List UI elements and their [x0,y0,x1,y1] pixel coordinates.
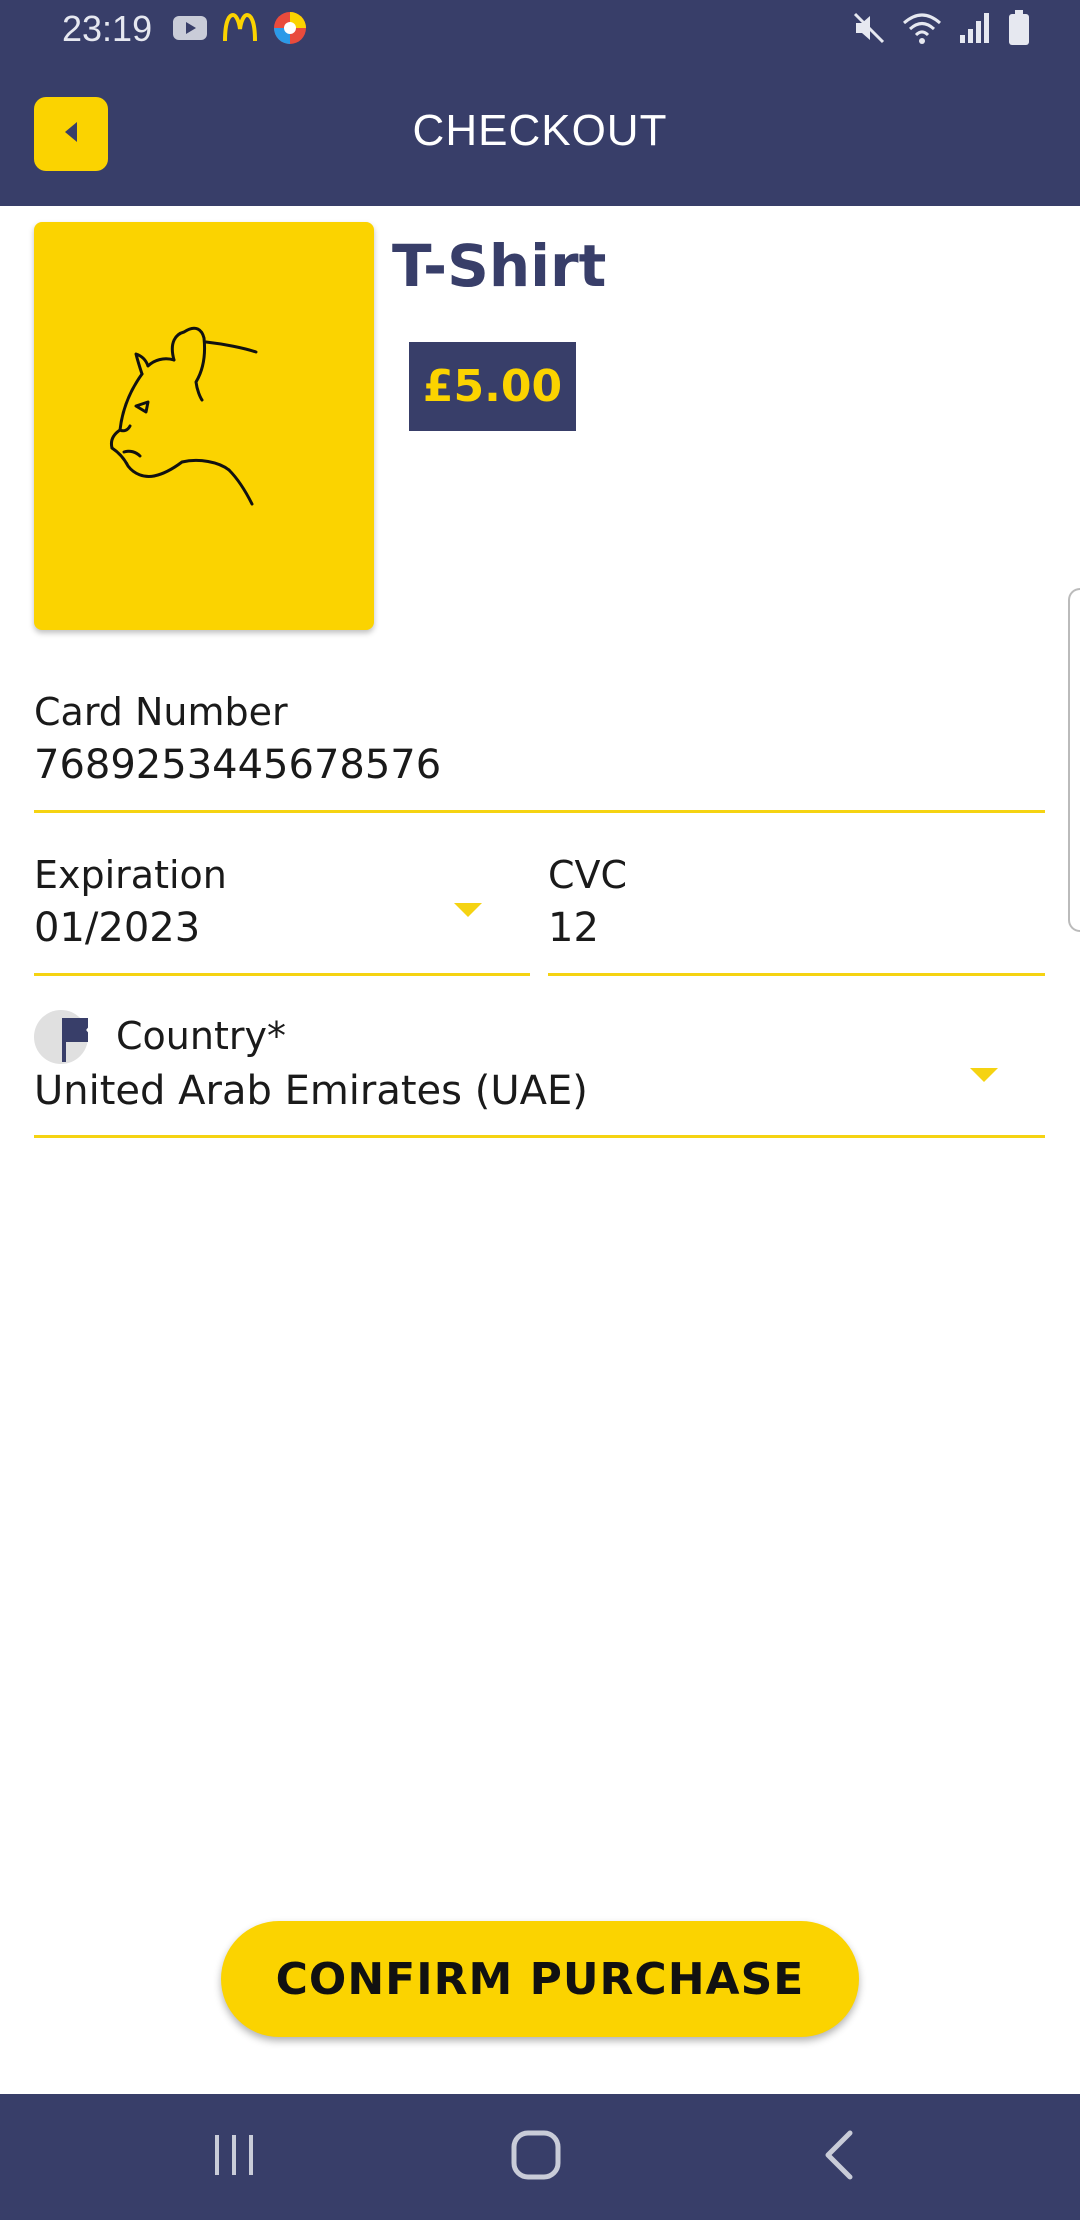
signal-icon [958,11,992,49]
home-button[interactable] [476,2094,596,2220]
back-nav-button[interactable] [779,2094,899,2220]
status-time: 23:19 [62,8,153,49]
cvc-field[interactable]: CVC 12 [548,853,1045,976]
youtube-icon [172,14,208,46]
back-icon [824,2130,854,2184]
cvc-input[interactable]: 12 [548,905,599,951]
country-label: Country* [116,1014,286,1058]
card-number-input[interactable]: 7689253445678576 [34,742,441,788]
battery-icon [1008,10,1030,50]
flag-icon [34,1010,88,1064]
expiration-select[interactable]: 01/2023 [34,905,200,951]
mcdonalds-icon [222,12,258,47]
system-icons [852,10,1030,50]
recent-apps-button[interactable] [174,2094,294,2220]
price-badge: £5.00 [409,342,576,431]
country-field[interactable]: Country* United Arab Emirates (UAE) [34,1010,1045,1138]
card-number-field[interactable]: Card Number 7689253445678576 [34,690,1045,813]
confirm-purchase-button[interactable]: CONFIRM PURCHASE [221,1921,859,2037]
chevron-down-icon[interactable] [970,1068,998,1082]
app-bar: CHECKOUT [0,62,1080,206]
chevron-down-icon[interactable] [454,903,482,917]
mute-icon [852,11,886,49]
wifi-icon [902,11,942,49]
expiration-label: Expiration [34,853,227,897]
notification-icons [172,10,308,50]
card-number-label: Card Number [34,690,288,734]
expiration-field[interactable]: Expiration 01/2023 [34,853,530,976]
product-name: T-Shirt [392,232,607,300]
system-nav-bar [0,2094,1080,2220]
recent-apps-icon [211,2133,257,2181]
cvc-label: CVC [548,853,628,897]
side-panel-handle[interactable] [1068,588,1080,932]
page-title: CHECKOUT [412,106,668,155]
home-icon [511,2130,561,2184]
country-select[interactable]: United Arab Emirates (UAE) [34,1068,588,1114]
chrome-like-icon [272,10,308,50]
status-bar: 23:19 [0,0,1080,62]
product-image [34,222,374,630]
